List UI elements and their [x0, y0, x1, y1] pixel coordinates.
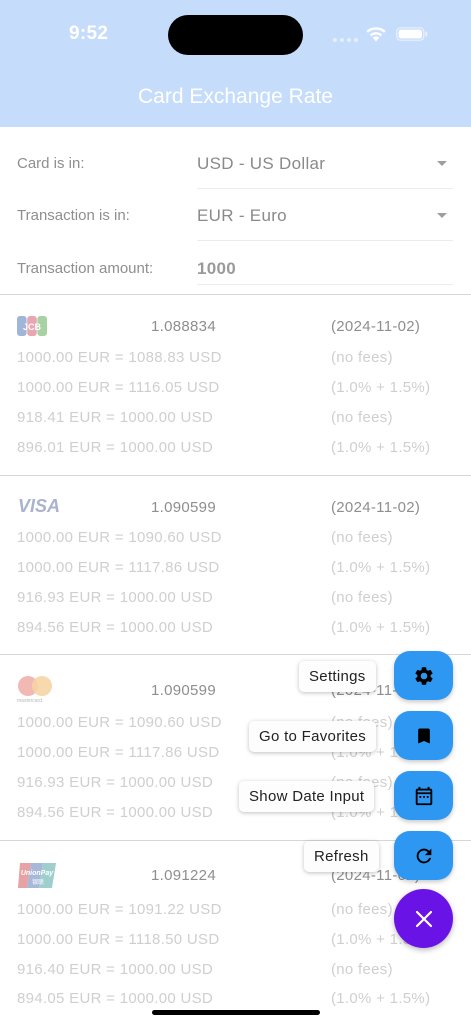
fab-close-button[interactable] — [394, 889, 453, 948]
conversion-row: 1000.00 EUR = 1117.86 USD — [17, 559, 220, 576]
rate-date: (2024-11-02) — [331, 499, 421, 516]
transaction-currency-underline — [197, 240, 453, 241]
amount-underline — [197, 284, 453, 285]
conversion-row: 916.93 EUR = 1000.00 USD — [17, 589, 214, 606]
bookmark-icon — [417, 728, 430, 743]
refresh-button[interactable] — [394, 831, 453, 880]
close-icon — [415, 910, 432, 927]
conversion-row: 1000.00 EUR = 1088.83 USD — [17, 349, 222, 366]
favorites-button[interactable] — [394, 711, 453, 760]
card-rate-jcb: JCB 1.088834 (2024-11-02) 1000.00 EUR = … — [0, 295, 471, 475]
transaction-currency-label: Transaction is in: — [17, 207, 130, 224]
conversion-row: 1000.00 EUR = 1090.60 USD — [17, 529, 222, 546]
page-title: Card Exchange Rate — [138, 85, 333, 108]
exchange-rate: 1.090599 — [151, 682, 216, 699]
dynamic-island — [168, 15, 303, 55]
card-rate-visa: VISA 1.090599 (2024-11-02) 1000.00 EUR =… — [0, 476, 471, 654]
wifi-icon — [366, 27, 386, 42]
status-time: 9:52 — [69, 23, 109, 44]
rate-date: (2024-11-02) — [331, 318, 421, 335]
svg-text:VISA: VISA — [18, 497, 60, 515]
card-currency-label: Card is in: — [17, 155, 85, 172]
svg-text:UnionPay: UnionPay — [21, 870, 54, 877]
settings-label[interactable]: Settings — [299, 661, 376, 692]
fee-note: (no fees) — [331, 409, 393, 426]
conversion-row: 1000.00 EUR = 1090.60 USD — [17, 714, 222, 731]
fee-note: (no fees) — [331, 961, 393, 978]
mastercard-logo-icon: mastercard — [17, 676, 52, 704]
conversion-row: 918.41 EUR = 1000.00 USD — [17, 409, 214, 426]
card-currency-select[interactable]: USD - US Dollar — [197, 154, 325, 174]
conversion-row: 896.01 EUR = 1000.00 USD — [17, 439, 214, 456]
fee-note: (1.0% + 1.5%) — [331, 379, 431, 396]
fee-note: (1.0% + 1.5%) — [331, 619, 431, 636]
conversion-row: 916.93 EUR = 1000.00 USD — [17, 774, 214, 791]
conversion-row: 894.56 EUR = 1000.00 USD — [17, 619, 214, 636]
amount-input[interactable]: 1000 — [197, 259, 236, 279]
conversion-row: 916.40 EUR = 1000.00 USD — [17, 961, 214, 978]
conversion-row: 1000.00 EUR = 1117.86 USD — [17, 744, 220, 761]
fee-note: (1.0% + 1.5%) — [331, 439, 431, 456]
gear-icon — [414, 666, 433, 685]
conversion-row: 894.05 EUR = 1000.00 USD — [17, 990, 214, 1007]
conversion-row: 1000.00 EUR = 1116.05 USD — [17, 379, 220, 396]
fee-note: (no fees) — [331, 529, 393, 546]
date-input-label[interactable]: Show Date Input — [239, 781, 375, 812]
conversion-row: 1000.00 EUR = 1091.22 USD — [17, 901, 222, 918]
fee-note: (1.0% + 1.5%) — [331, 559, 431, 576]
unionpay-logo-icon: UnionPay 银联 — [18, 863, 56, 888]
svg-text:JCB: JCB — [23, 322, 42, 332]
conversion-row: 894.56 EUR = 1000.00 USD — [17, 804, 214, 821]
jcb-logo-icon: JCB — [17, 316, 47, 336]
amount-label: Transaction amount: — [17, 260, 154, 277]
favorites-label[interactable]: Go to Favorites — [249, 721, 377, 752]
exchange-rate: 1.088834 — [151, 318, 216, 335]
exchange-rate: 1.090599 — [151, 499, 216, 516]
svg-text:银联: 银联 — [32, 878, 44, 886]
conversion-row: 1000.00 EUR = 1118.50 USD — [17, 931, 220, 948]
fee-note: (no fees) — [331, 901, 393, 918]
visa-logo-icon: VISA — [18, 497, 60, 515]
calendar-icon — [415, 786, 432, 805]
svg-text:mastercard: mastercard — [17, 698, 42, 704]
exchange-rate: 1.091224 — [151, 867, 216, 884]
chevron-down-icon[interactable] — [437, 213, 447, 218]
fee-note: (no fees) — [331, 349, 393, 366]
app-bar: 9:52 Card Exchange Rate — [0, 0, 471, 127]
date-input-button[interactable] — [394, 771, 453, 820]
refresh-label[interactable]: Refresh — [304, 841, 379, 872]
chevron-down-icon[interactable] — [437, 161, 447, 166]
card-currency-underline — [197, 188, 453, 189]
refresh-icon — [416, 848, 431, 863]
fee-note: (no fees) — [331, 589, 393, 606]
settings-button[interactable] — [394, 651, 453, 700]
cellular-signal-icon — [333, 38, 359, 42]
home-indicator — [152, 1010, 320, 1015]
battery-icon — [396, 27, 428, 41]
transaction-currency-select[interactable]: EUR - Euro — [197, 206, 287, 226]
fee-note: (1.0% + 1.5%) — [331, 990, 431, 1007]
